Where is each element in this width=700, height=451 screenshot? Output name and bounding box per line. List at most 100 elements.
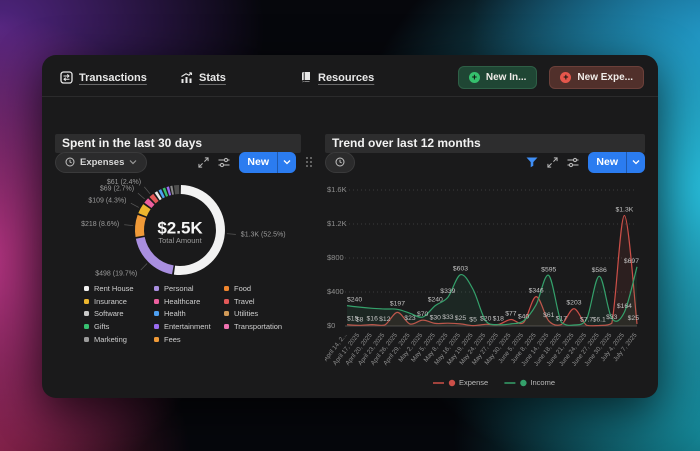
data-point-label: $197: [390, 300, 405, 307]
data-point-label: $586: [592, 267, 607, 274]
legend-item: Rent House: [84, 282, 154, 295]
expand-icon[interactable]: [547, 157, 558, 168]
data-point-label: $240: [428, 297, 443, 304]
chart-legend-dot: [520, 380, 526, 386]
donut-segment: [153, 197, 156, 200]
nav-item-transactions[interactable]: Transactions: [60, 71, 180, 84]
data-point-label: $595: [541, 266, 556, 273]
legend-label: Transportation: [234, 322, 282, 331]
y-axis-tick: $0: [327, 321, 335, 330]
donut-segment-label: $498 (19.7%): [95, 270, 137, 277]
legend-item: Health: [154, 308, 224, 321]
nav-item-stats[interactable]: Stats: [180, 71, 300, 84]
nav-item-resources[interactable]: Resources: [300, 71, 420, 84]
legend-item: Software: [84, 308, 154, 321]
legend-label: Utilities: [234, 309, 258, 318]
legend-label: Gifts: [94, 322, 109, 331]
legend-label: Personal: [164, 284, 194, 293]
data-point-label: $25: [455, 315, 467, 322]
new-income-label: New In...: [486, 72, 527, 83]
legend-label: Rent House: [94, 284, 134, 293]
data-point-label: $1.3K: [616, 207, 634, 214]
legend-swatch: [84, 286, 89, 291]
donut-segment-label: $218 (8.6%): [81, 221, 119, 228]
legend-swatch: [224, 324, 229, 329]
donut-total-value: $2.5K: [157, 218, 203, 237]
nav-stats-label: Stats: [199, 72, 226, 84]
legend-swatch: [154, 311, 159, 316]
y-axis-tick: $800: [327, 253, 344, 262]
legend-label: Food: [234, 284, 251, 293]
data-point-label: $33: [442, 314, 454, 321]
legend-item: Food: [224, 282, 294, 295]
legend-label: Health: [164, 309, 186, 318]
donut-segment: [148, 201, 151, 205]
plus-circle-icon: +: [560, 72, 571, 83]
legend-swatch: [84, 311, 89, 316]
label-leader-line: [141, 264, 147, 270]
clock-icon: [335, 157, 345, 167]
nav-transactions-label: Transactions: [79, 72, 147, 84]
new-button[interactable]: New: [588, 152, 645, 173]
legend-item: Transportation: [224, 320, 294, 333]
data-point-label: $61: [543, 312, 555, 319]
legend-label: Fees: [164, 335, 181, 344]
drag-handle-icon[interactable]: [305, 156, 313, 168]
legend-label: Travel: [234, 297, 255, 306]
data-point-label: $8: [356, 316, 364, 323]
chevron-down-icon[interactable]: [278, 159, 296, 165]
label-leader-line: [124, 225, 133, 226]
donut-segment: [161, 193, 163, 194]
data-point-label: $346: [529, 288, 544, 295]
data-point-label: $33: [606, 314, 618, 321]
data-point-label: $7.7: [580, 316, 593, 323]
time-filter-pill[interactable]: [325, 152, 355, 173]
chevron-down-icon: [129, 159, 137, 165]
stats-icon: [180, 71, 193, 84]
donut-chart: $1.3K (52.5%)$498 (19.7%)$218 (8.6%)$109…: [55, 176, 311, 281]
data-point-label: $240: [347, 297, 362, 304]
filter-label: Expenses: [80, 157, 124, 168]
data-point-label: $17: [556, 316, 568, 323]
right-panel-toolbar: New: [325, 151, 645, 173]
y-axis-tick: $400: [327, 287, 344, 296]
new-button[interactable]: New: [239, 152, 296, 173]
nav-action-buttons: + New In... + New Expe...: [458, 66, 644, 89]
donut-segment: [140, 216, 142, 236]
label-leader-line: [138, 193, 145, 199]
new-expense-button[interactable]: + New Expe...: [549, 66, 644, 89]
label-leader-line: [144, 187, 150, 194]
sliders-icon[interactable]: [567, 157, 579, 168]
legend-swatch: [224, 286, 229, 291]
chevron-down-icon[interactable]: [627, 159, 645, 165]
donut-segment: [142, 207, 146, 215]
donut-segment-label: $69 (2.7%): [100, 186, 134, 193]
legend-swatch: [224, 311, 229, 316]
category-legend: Rent HouseInsuranceSoftwareGiftsMarketin…: [84, 282, 294, 346]
nav-resources-label: Resources: [318, 72, 374, 84]
sliders-icon[interactable]: [218, 157, 230, 168]
data-point-label: $40: [518, 314, 530, 321]
legend-item: Entertainment: [154, 320, 224, 333]
data-point-label: $12: [379, 316, 391, 323]
data-point-label: $164: [617, 303, 632, 310]
donut-segment: [164, 192, 166, 193]
trend-line-chart: $0$400$800$1.2K$1.6KApril 14, 2...April …: [325, 176, 651, 396]
legend-item: Utilities: [224, 308, 294, 321]
data-point-label: $339: [440, 288, 455, 295]
legend-swatch: [154, 324, 159, 329]
donut-segment-label: $109 (4.3%): [88, 198, 126, 205]
legend-label: Healthcare: [164, 297, 200, 306]
donut-total-caption: Total Amount: [158, 236, 202, 245]
data-point-label: $18: [493, 315, 505, 322]
expenses-filter-pill[interactable]: Expenses: [55, 152, 147, 173]
chart-legend-dot: [449, 380, 455, 386]
data-point-label: $697: [624, 258, 639, 265]
expand-icon[interactable]: [198, 157, 209, 168]
data-point-label: $20: [480, 315, 492, 322]
data-point-label: $6.1: [593, 316, 606, 323]
data-point-label: $23: [404, 315, 416, 322]
label-leader-line: [131, 203, 139, 207]
new-income-button[interactable]: + New In...: [458, 66, 538, 89]
filter-funnel-icon[interactable]: [526, 157, 538, 168]
